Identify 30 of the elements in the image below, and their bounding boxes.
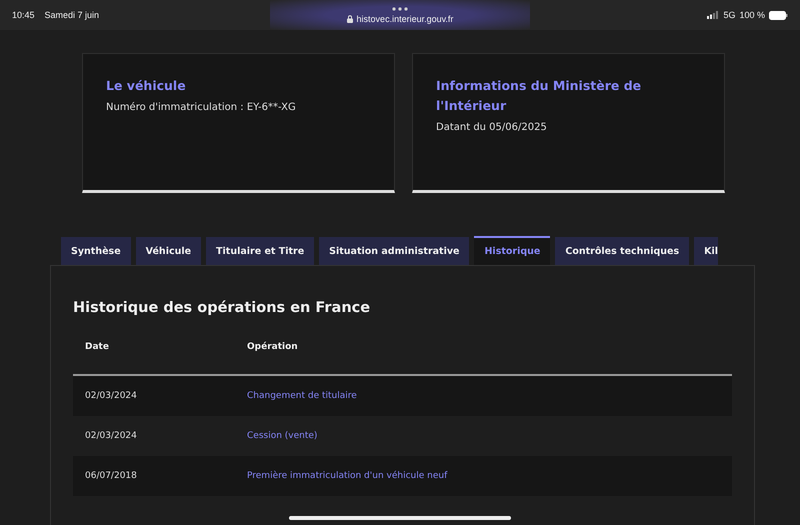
- signal-icon: [707, 11, 720, 19]
- column-header: Date: [84, 341, 110, 354]
- card-text: Datant du 05/06/2025: [436, 122, 548, 133]
- tab[interactable]: Titulaire et Titre: [206, 237, 314, 265]
- column-header: Opération: [246, 340, 299, 354]
- tab[interactable]: Kil: [694, 237, 718, 265]
- battery-icon: [769, 10, 788, 20]
- more-icon[interactable]: [392, 6, 408, 10]
- tab[interactable]: Synthèse: [61, 237, 131, 265]
- operation-link[interactable]: Cession (vente): [235, 431, 330, 441]
- url-text: histovec.interieur.gouv.fr: [356, 14, 454, 24]
- date-cell-text: 02/03/2024: [84, 431, 138, 441]
- tab[interactable]: Véhicule: [136, 237, 202, 265]
- clock-time: 10:45: [12, 10, 35, 20]
- tab[interactable]: Contrôles techniques: [555, 237, 690, 265]
- card-title: Le véhicule: [106, 77, 187, 95]
- section-title: Historique des opérations en France: [73, 300, 372, 316]
- address-bar[interactable]: histovec.interieur.gouv.fr: [270, 0, 530, 30]
- operation-link[interactable]: Première immatriculation d'un véhicule neuf: [235, 471, 460, 481]
- date-cell-text: 02/03/2024: [84, 391, 138, 401]
- date-cell-text: 06/07/2018: [84, 471, 138, 481]
- operation-link[interactable]: Changement de titulaire: [235, 391, 369, 401]
- lock-icon: [346, 14, 353, 22]
- card-title: Informations du Ministère de l'Intérieur: [436, 77, 642, 115]
- network-text: 5G: [723, 10, 736, 20]
- tab[interactable]: Historique: [474, 236, 550, 265]
- tab[interactable]: Situation administrative: [319, 237, 470, 265]
- date-text: Samedi 7 juin: [44, 10, 100, 20]
- card-text: Numéro d'immatriculation : EY-6**-XG: [106, 102, 297, 113]
- battery-text: 100 %: [739, 10, 765, 20]
